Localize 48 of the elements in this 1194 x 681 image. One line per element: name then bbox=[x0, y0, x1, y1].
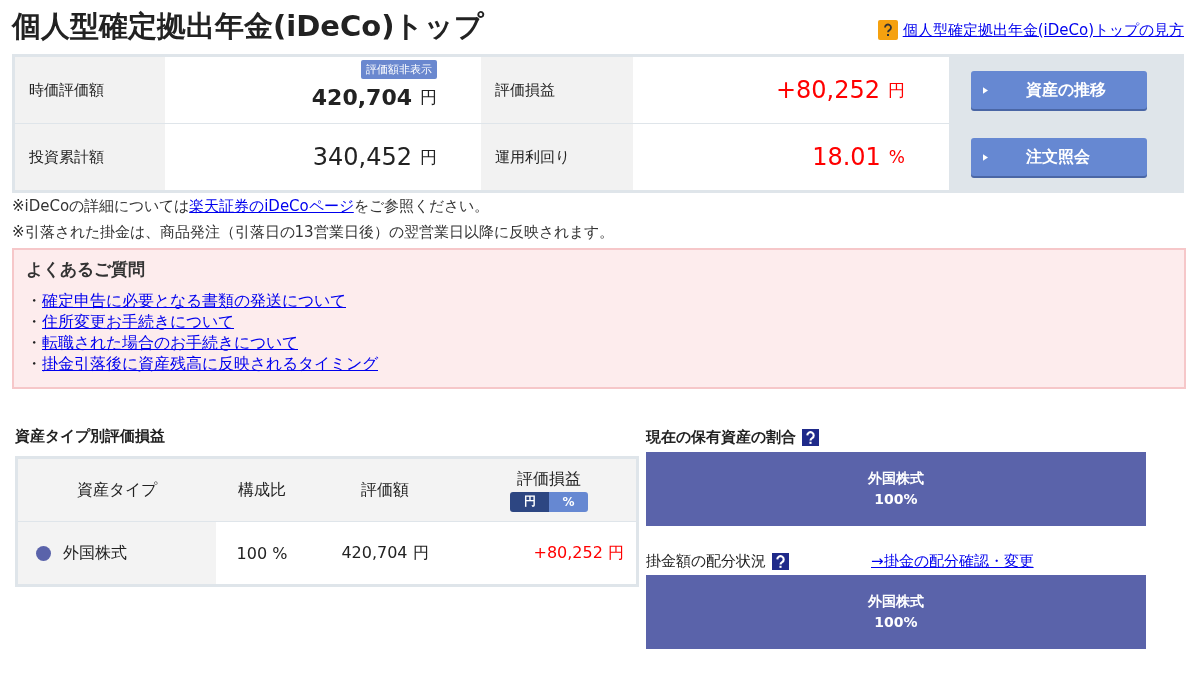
page-title: 個人型確定拠出年金(iDeCo)トップ bbox=[12, 8, 485, 45]
summary-value: +80,252 bbox=[775, 76, 880, 104]
faq-link[interactable]: 住所変更お手続きについて bbox=[42, 313, 234, 331]
help-icon[interactable] bbox=[772, 552, 789, 570]
faq-title: よくあるご質問 bbox=[26, 258, 146, 281]
unit-label: 円 bbox=[420, 85, 437, 109]
triangle-icon bbox=[983, 153, 988, 161]
help-icon bbox=[877, 20, 898, 40]
summary-label: 投資累計額 bbox=[15, 124, 165, 190]
table-cell: 420,704 円 bbox=[341, 542, 429, 564]
summary-value: 18.01 bbox=[812, 143, 881, 171]
summary-label: 評価損益 bbox=[481, 57, 633, 123]
summary-value: 340,452 bbox=[312, 143, 412, 171]
unit-label: % bbox=[888, 147, 905, 167]
bullet-mark: ・ bbox=[26, 334, 42, 352]
table-cell: +80,252 円 bbox=[533, 542, 624, 564]
faq-link[interactable]: 掛金引落後に資産残高に反映されるタイミング bbox=[42, 355, 378, 373]
unit-label: 円 bbox=[420, 145, 437, 169]
unit-toggle[interactable]: 円 bbox=[510, 491, 549, 512]
bullet-mark: ・ bbox=[26, 313, 42, 331]
column-header: 評価額 bbox=[361, 479, 409, 501]
note-text: ※iDeCoの詳細については楽天証券のiDeCoページをご参照ください。 bbox=[12, 196, 490, 217]
help-link[interactable]: 個人型確定拠出年金(iDeCo)トップの見方 bbox=[902, 20, 1184, 40]
summary-value: 420,704 bbox=[311, 84, 412, 110]
unit-label: 円 bbox=[888, 78, 905, 102]
table-cell: 外国株式 bbox=[63, 542, 127, 564]
faq-link[interactable]: 確定申告に必要となる書類の発送について bbox=[42, 292, 346, 310]
section-title: 掛金額の配分状況 bbox=[646, 551, 766, 571]
bullet-mark: ・ bbox=[26, 355, 42, 373]
allocation-link[interactable]: →掛金の配分確認・変更 bbox=[871, 551, 1034, 571]
column-header: 構成比 bbox=[238, 479, 286, 501]
summary-label: 運用利回り bbox=[481, 124, 633, 190]
segment-name: 外国株式 bbox=[868, 592, 924, 611]
summary-label: 時価評価額 bbox=[15, 57, 165, 123]
faq-link[interactable]: 転職された場合のお手続きについて bbox=[42, 334, 298, 352]
segment-percent: 100% bbox=[874, 613, 918, 632]
segment-name: 外国株式 bbox=[868, 469, 924, 488]
note-link[interactable]: 楽天証券のiDeCoページ bbox=[189, 197, 354, 215]
section-title: 現在の保有資産の割合 bbox=[646, 427, 796, 447]
column-header: 評価損益 bbox=[517, 468, 581, 490]
note-text: ※引落された掛金は、商品発注（引落日の13営業日後）の翌営業日以降に反映されます。 bbox=[12, 222, 615, 243]
table-cell: 100 % bbox=[236, 543, 288, 563]
help-icon[interactable] bbox=[802, 428, 819, 446]
bullet-mark: ・ bbox=[26, 292, 42, 310]
column-header: 資産タイプ bbox=[77, 479, 157, 501]
triangle-icon bbox=[983, 86, 988, 94]
segment-percent: 100% bbox=[874, 490, 918, 509]
section-title: 資産タイプ別評価損益 bbox=[15, 427, 166, 446]
